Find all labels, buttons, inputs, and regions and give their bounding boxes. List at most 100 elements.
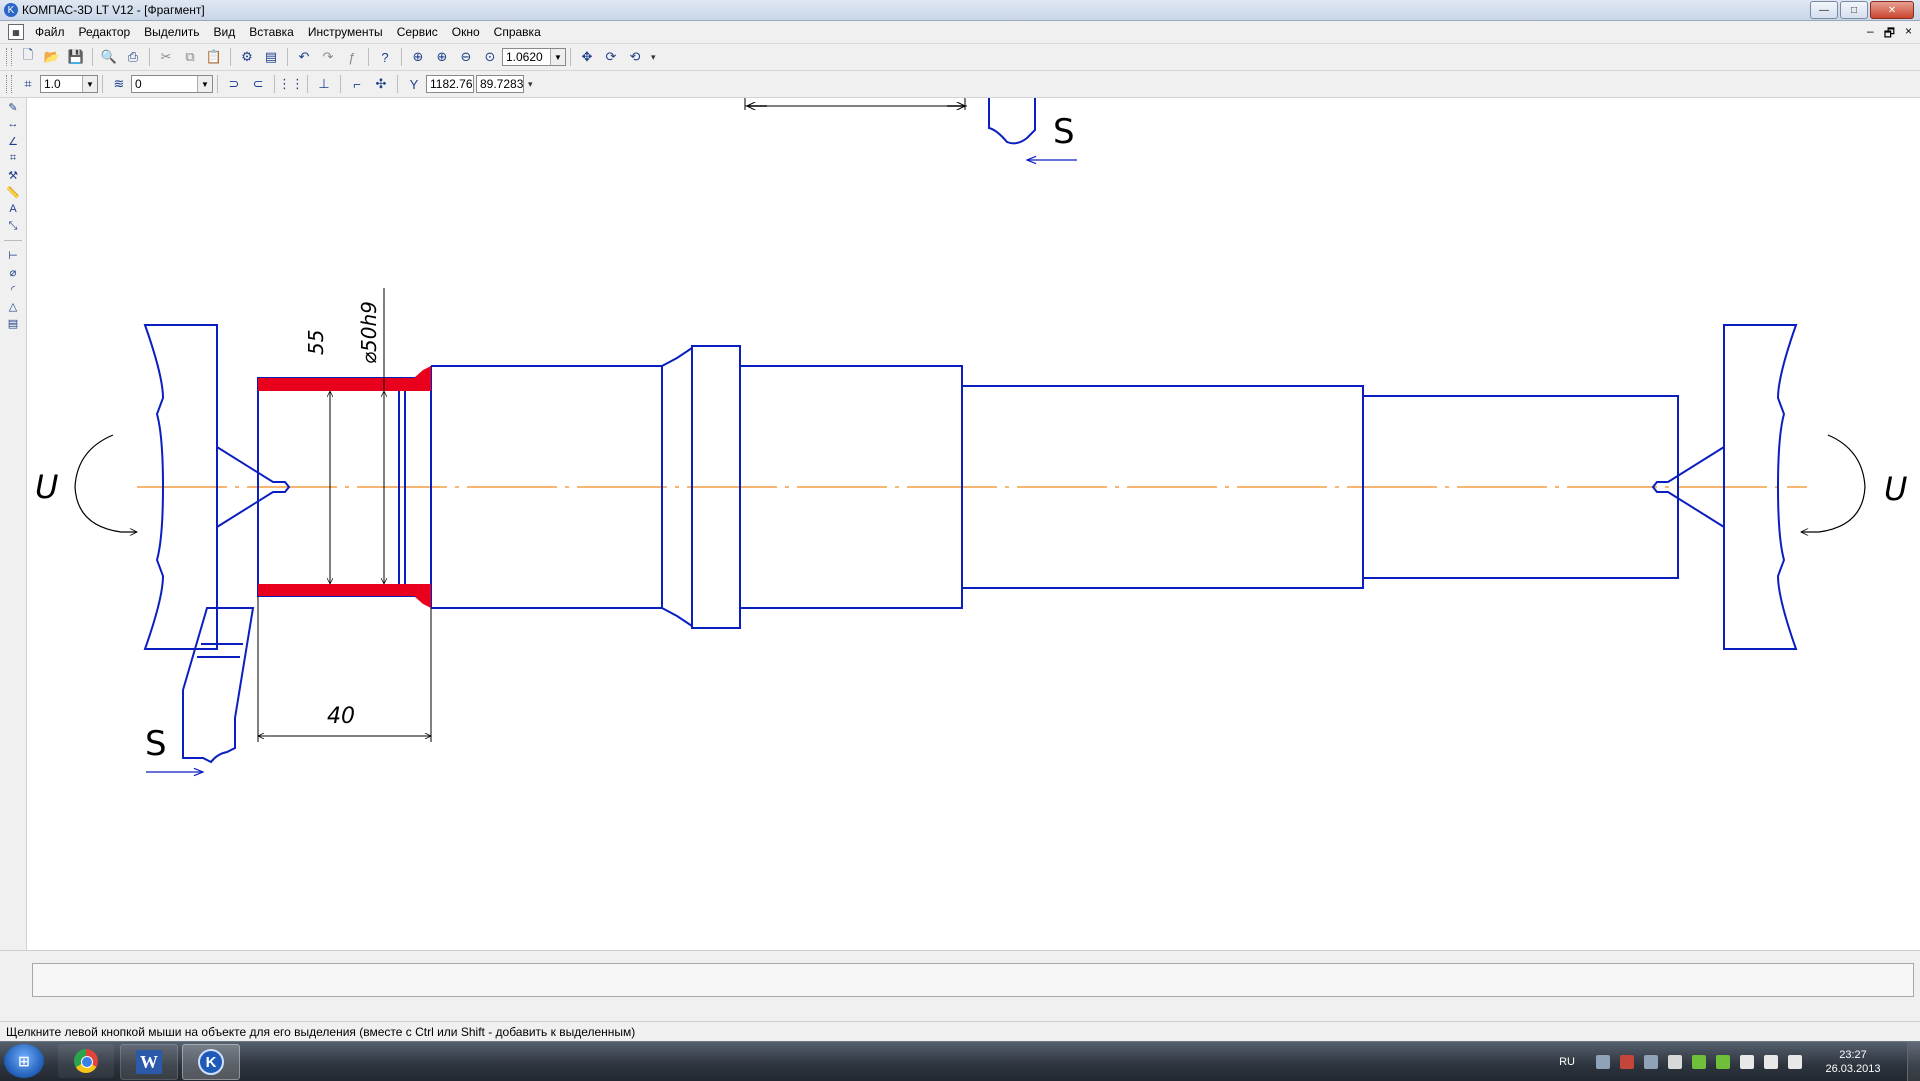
system-tray: RU 23:27 26.03.2013 — [1559, 1042, 1920, 1081]
diameter-dim-icon[interactable]: ⌀ — [3, 264, 23, 280]
library-icon[interactable]: ▤ — [261, 47, 281, 67]
menu-select[interactable]: Выделить — [137, 21, 206, 43]
cursor-step-icon[interactable]: ⌗ — [18, 74, 38, 94]
tray-app-icon[interactable] — [1596, 1054, 1610, 1069]
cut-icon[interactable]: ✂ — [156, 47, 176, 67]
save-icon[interactable]: 💾 — [66, 47, 86, 67]
doc-restore-button[interactable]: 🗗 — [1884, 24, 1895, 45]
local-cs-icon[interactable]: ⊥ — [314, 74, 334, 94]
title-bar: K КОМПАС-3D LT V12 - [Фрагмент] — □ ✕ — [0, 0, 1920, 21]
taskbar-kompas[interactable]: K — [182, 1044, 240, 1080]
coord-x-field[interactable]: 1182.76 — [426, 75, 474, 93]
zoom-in-icon[interactable]: ⊕ — [432, 47, 452, 67]
text-icon[interactable]: A — [3, 201, 23, 217]
toolbar-overflow-icon[interactable]: ▾ — [651, 52, 656, 63]
right-center[interactable] — [1651, 324, 1798, 650]
selection-icon[interactable]: ⤡ — [3, 218, 23, 234]
angle-dim-icon[interactable]: △ — [3, 298, 23, 314]
volume-icon[interactable] — [1788, 1054, 1802, 1069]
menu-file[interactable]: Файл — [28, 21, 72, 43]
tray-nvidia-icon[interactable] — [1692, 1054, 1706, 1069]
chevron-down-icon[interactable]: ▼ — [550, 49, 565, 65]
label-u-right: U — [1884, 470, 1907, 508]
step-combo[interactable]: 1.0 ▼ — [40, 75, 98, 93]
tray-security-icon[interactable] — [1716, 1054, 1730, 1069]
doc-minimize-button[interactable]: – — [1867, 24, 1874, 45]
zoom-scale-icon[interactable]: ⊙ — [480, 47, 500, 67]
tray-flag-icon[interactable] — [1740, 1054, 1754, 1069]
toolbar-grip[interactable] — [6, 48, 12, 66]
toolbar-overflow-icon[interactable]: ▾ — [528, 79, 533, 90]
taskbar-chrome[interactable] — [58, 1044, 114, 1078]
menu-help[interactable]: Справка — [487, 21, 548, 43]
property-panel-area[interactable] — [32, 963, 1914, 997]
snap-mode-icon[interactable]: ✣ — [371, 74, 391, 94]
undo-icon[interactable]: ↶ — [294, 47, 314, 67]
language-indicator[interactable]: RU — [1559, 1056, 1575, 1068]
rotation-arrow-left[interactable] — [74, 434, 137, 532]
start-button[interactable]: ⊞ — [4, 1044, 44, 1078]
snap-off-icon[interactable]: ⊂ — [248, 74, 268, 94]
measure-icon[interactable]: 📏 — [3, 184, 23, 200]
paste-icon[interactable]: 📋 — [204, 47, 224, 67]
tray-update-icon[interactable] — [1668, 1054, 1682, 1069]
menu-editor[interactable]: Редактор — [72, 21, 138, 43]
zoom-window-icon[interactable]: ⊕ — [408, 47, 428, 67]
chevron-down-icon[interactable]: ▼ — [82, 76, 97, 92]
top-feed-remnant[interactable] — [744, 98, 1077, 165]
menu-window[interactable]: Окно — [445, 21, 487, 43]
refresh-icon[interactable]: ⟳ — [601, 47, 621, 67]
layer-combo[interactable]: 0 ▼ — [131, 75, 213, 93]
parametrization-icon[interactable]: ⚒ — [3, 167, 23, 183]
menu-view[interactable]: Вид — [207, 21, 243, 43]
close-button[interactable]: ✕ — [1870, 1, 1914, 19]
minimize-button[interactable]: — — [1810, 1, 1838, 19]
coord-y-field[interactable]: 89.7283 — [476, 75, 524, 93]
zoom-out-icon[interactable]: ⊖ — [456, 47, 476, 67]
chevron-down-icon[interactable]: ▼ — [197, 76, 212, 92]
menu-bar: ▦ Файл Редактор Выделить Вид Вставка Инс… — [0, 21, 1920, 44]
redraw-icon[interactable]: ⟲ — [625, 47, 645, 67]
word-icon: W — [136, 1050, 162, 1074]
edit-icon[interactable]: ⌗ — [3, 150, 23, 166]
show-desktop-button[interactable] — [1907, 1042, 1920, 1081]
menu-service[interactable]: Сервис — [390, 21, 445, 43]
kompas-app-icon[interactable]: K — [4, 3, 18, 17]
tray-monitor-icon[interactable] — [1764, 1054, 1778, 1069]
open-icon[interactable]: 📂 — [42, 47, 62, 67]
dimensions-icon[interactable]: ↔ — [3, 116, 23, 132]
properties-icon[interactable]: ⚙ — [237, 47, 257, 67]
tray-antivirus-icon[interactable] — [1620, 1054, 1634, 1069]
taskbar-word[interactable]: W — [120, 1044, 178, 1080]
radial-dim-icon[interactable]: ◜ — [3, 281, 23, 297]
document-icon[interactable]: ▦ — [8, 24, 24, 40]
hatch-icon[interactable]: ▤ — [3, 315, 23, 331]
window-title: КОМПАС-3D LT V12 - [Фрагмент] — [22, 3, 205, 17]
tray-network-icon[interactable] — [1644, 1054, 1658, 1069]
grid-icon[interactable]: ⋮⋮ — [278, 74, 304, 94]
maximize-button[interactable]: □ — [1840, 1, 1868, 19]
menu-insert[interactable]: Вставка — [242, 21, 301, 43]
layers-icon[interactable]: ≋ — [109, 74, 129, 94]
print-icon[interactable]: ⎙ — [123, 47, 143, 67]
function-icon[interactable]: ƒ — [342, 47, 362, 67]
redo-icon[interactable]: ↷ — [318, 47, 338, 67]
menu-tools[interactable]: Инструменты — [301, 21, 390, 43]
copy-icon[interactable]: ⧉ — [180, 47, 200, 67]
doc-close-button[interactable]: × — [1905, 24, 1912, 45]
print-preview-icon[interactable]: 🔍 — [99, 47, 119, 67]
snap-magnet-icon[interactable]: ⊃ — [224, 74, 244, 94]
rotation-arrow-right[interactable] — [1801, 434, 1866, 532]
designations-icon[interactable]: ∠ — [3, 133, 23, 149]
drawing-canvas[interactable]: S U U S 40 55 ⌀50h9 — [27, 98, 1920, 950]
zoom-combo[interactable]: 1.0620 ▼ — [502, 48, 566, 66]
ortho-icon[interactable]: ⌐ — [347, 74, 367, 94]
pan-icon[interactable]: ✥ — [577, 47, 597, 67]
clock[interactable]: 23:27 26.03.2013 — [1813, 1048, 1893, 1076]
linear-dim-icon[interactable]: ⊢ — [3, 247, 23, 263]
dimension-diameter-text: ⌀50h9 — [357, 301, 381, 364]
geometry-icon[interactable]: ✎ — [3, 99, 23, 115]
toolbar-grip[interactable] — [6, 75, 12, 93]
new-document-icon[interactable]: 🗋 — [18, 47, 38, 67]
help-cursor-icon[interactable]: ? — [375, 47, 395, 67]
